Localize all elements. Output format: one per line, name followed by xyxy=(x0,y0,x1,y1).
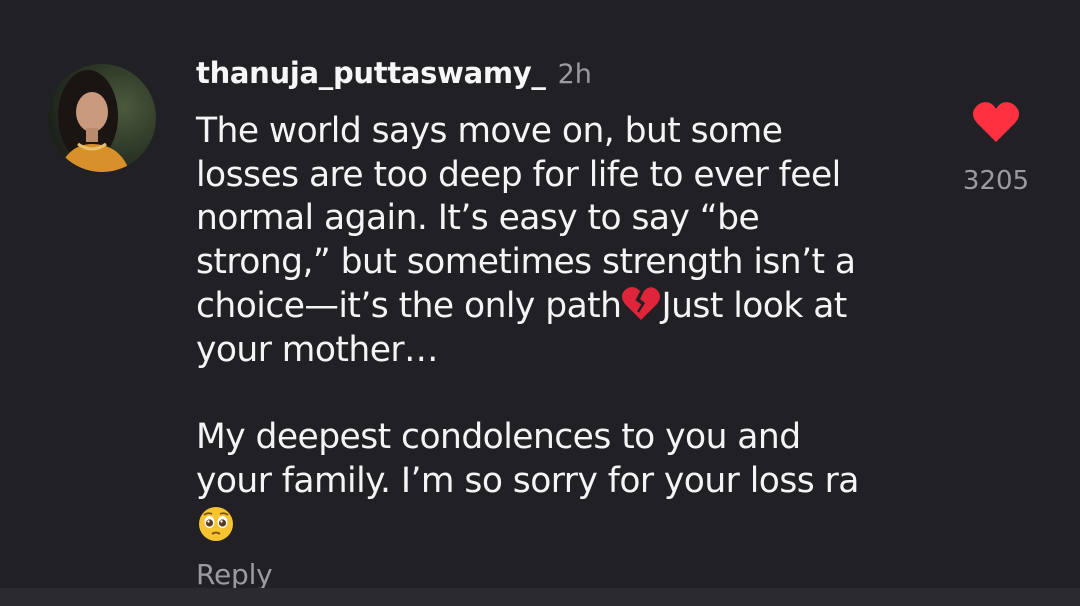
timestamp: 2h xyxy=(557,59,592,90)
comment-body: thanuja_puttaswamy_ 2h The world says mo… xyxy=(196,56,936,548)
comment-line: normal again. It’s easy to say “be xyxy=(196,198,760,239)
comment-line: losses are too deep for life to ever fee… xyxy=(196,154,841,195)
comment-line: The world says move on, but some xyxy=(196,111,783,151)
pleading-face-emoji xyxy=(196,503,236,542)
like-column: 3205 xyxy=(946,100,1046,196)
comment-meta: thanuja_puttaswamy_ 2h xyxy=(196,56,936,96)
comment-segment: choice—it’s the only path xyxy=(196,286,622,327)
comment-line xyxy=(196,503,936,548)
comment-text: The world says move on, but some losses … xyxy=(196,110,936,548)
username[interactable]: thanuja_puttaswamy_ xyxy=(196,56,546,90)
comment-segment: Just look at xyxy=(661,286,847,327)
comment-line: your family. I’m so sorry for your loss … xyxy=(196,460,859,501)
reply-button[interactable]: Reply xyxy=(196,558,273,588)
comment-line: your mother… xyxy=(196,329,439,370)
like-count: 3205 xyxy=(962,166,1030,196)
bottom-divider xyxy=(0,588,1080,606)
avatar-image xyxy=(48,64,156,172)
comment-line: strong,” but sometimes strength isn’t a xyxy=(196,241,856,282)
broken-heart-emoji xyxy=(621,284,661,322)
comment-line: choice—it’s the only path Just look at xyxy=(196,284,936,329)
avatar[interactable] xyxy=(48,64,156,172)
comment-item: thanuja_puttaswamy_ 2h The world says mo… xyxy=(0,0,1080,588)
heart-icon[interactable] xyxy=(972,100,1020,144)
comment-line: My deepest condolences to you and xyxy=(196,417,801,458)
